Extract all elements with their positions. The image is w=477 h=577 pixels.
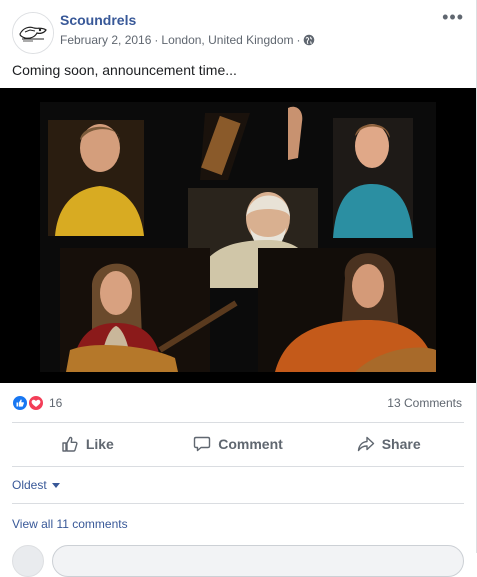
post-actions: Like Comment Share xyxy=(12,426,464,462)
post-header: Scoundrels February 2, 2016 · London, Un… xyxy=(12,8,464,54)
love-icon xyxy=(28,395,44,411)
divider xyxy=(12,422,464,423)
caret-down-icon xyxy=(51,482,60,488)
like-button[interactable]: Like xyxy=(12,426,163,462)
page-avatar[interactable] xyxy=(12,12,54,54)
like-icon xyxy=(12,395,28,411)
comment-icon xyxy=(194,436,211,452)
share-button[interactable]: Share xyxy=(313,426,464,462)
comment-order-label: Oldest xyxy=(12,478,47,492)
globe-icon[interactable] xyxy=(303,34,315,46)
comment-button[interactable]: Comment xyxy=(163,426,314,462)
reaction-bar: 16 13 Comments xyxy=(12,393,464,413)
reaction-icons[interactable] xyxy=(12,395,46,411)
comments-count-link[interactable]: 13 Comments xyxy=(387,396,462,410)
page-logo-icon xyxy=(13,13,53,53)
share-icon xyxy=(357,436,374,452)
meta-separator: · xyxy=(154,33,159,47)
view-all-comments-link[interactable]: View all 11 comments xyxy=(12,517,128,531)
reaction-count[interactable]: 16 xyxy=(49,396,62,410)
thumbs-up-icon xyxy=(62,436,78,452)
post-card: Scoundrels February 2, 2016 · London, Un… xyxy=(0,0,477,577)
share-label: Share xyxy=(381,436,421,452)
divider xyxy=(12,503,464,504)
post-date[interactable]: February 2, 2016 xyxy=(60,33,151,47)
page-name-link[interactable]: Scoundrels xyxy=(60,12,136,28)
comment-label: Comment xyxy=(218,436,283,452)
divider xyxy=(12,466,464,467)
more-options-icon[interactable]: ••• xyxy=(442,8,464,26)
post-location[interactable]: London, United Kingdom xyxy=(161,33,293,47)
post-video[interactable] xyxy=(0,88,476,383)
video-frame-image xyxy=(0,88,476,383)
post-text: Coming soon, announcement time... xyxy=(12,62,237,78)
comment-input[interactable] xyxy=(52,545,464,577)
like-label: Like xyxy=(85,436,114,452)
comment-order-dropdown[interactable]: Oldest xyxy=(12,478,60,492)
comment-composer xyxy=(12,543,464,577)
user-avatar xyxy=(12,545,44,577)
post-meta: February 2, 2016 · London, United Kingdo… xyxy=(60,33,315,47)
meta-separator: · xyxy=(296,33,301,47)
